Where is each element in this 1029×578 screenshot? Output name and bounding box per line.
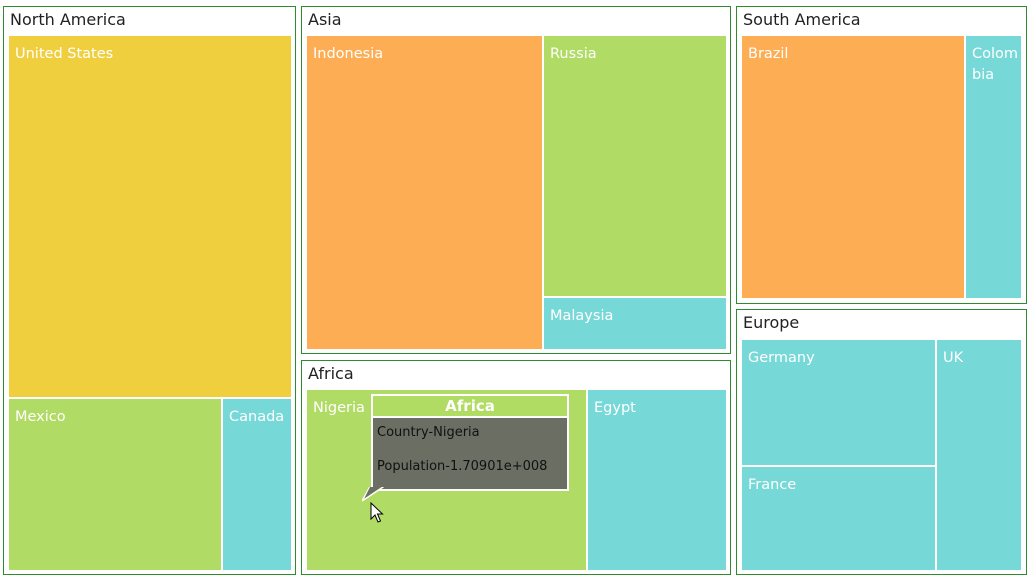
tooltip-tail [362,487,385,502]
tile-united-states[interactable]: United States [9,36,291,397]
mouse-cursor-icon [370,502,384,523]
tooltip-population: Population-1.70901e+008 [377,459,548,474]
group-header-europe: Europe [743,313,800,332]
tile-indonesia[interactable]: Indonesia [307,36,542,349]
group-header-asia: Asia [308,10,342,29]
tile-russia[interactable]: Russia [544,36,726,296]
tooltip: Africa Country-Nigeria Population-1.7090… [362,394,569,502]
tile-france[interactable]: France [742,467,935,570]
tile-uk[interactable]: UK [937,340,1021,570]
group-header-africa: Africa [308,364,354,383]
tile-egypt[interactable]: Egypt [588,390,726,570]
tile-brazil[interactable]: Brazil [742,36,964,298]
group-header-south-america: South America [743,10,861,29]
tile-malaysia[interactable]: Malaysia [544,298,726,349]
tile-canada[interactable]: Canada [223,399,291,570]
group-header-north-america: North America [10,10,126,29]
tile-germany[interactable]: Germany [742,340,935,465]
tile-mexico[interactable]: Mexico [9,399,221,570]
tooltip-title: Africa [371,394,569,418]
tooltip-body: Country-Nigeria Population-1.70901e+008 [371,418,569,491]
tooltip-country: Country-Nigeria [377,425,480,440]
tile-colombia[interactable]: Colombia [966,36,1021,298]
